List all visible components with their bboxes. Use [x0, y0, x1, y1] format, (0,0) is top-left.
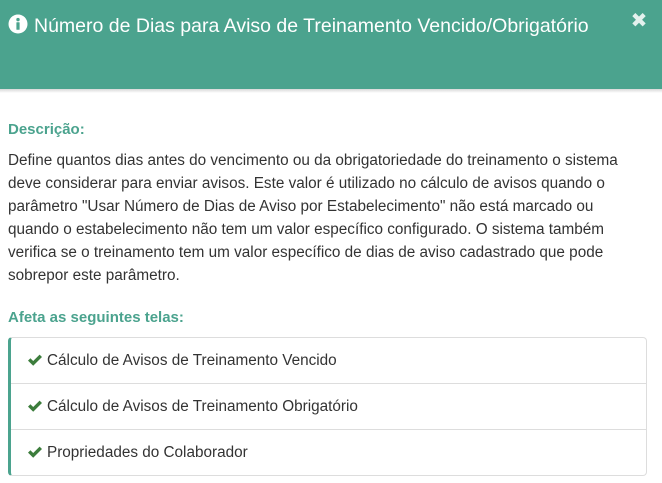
- list-item-screen[interactable]: Propriedades do Colaborador: [11, 429, 646, 475]
- affected-screens-heading: Afeta as seguintes telas:: [8, 309, 184, 326]
- affected-screens-list: Cálculo de Avisos de Treinamento Vencido…: [8, 337, 647, 476]
- check-icon: [27, 386, 43, 431]
- screen-label: Cálculo de Avisos de Treinamento Obrigat…: [47, 398, 358, 415]
- close-button[interactable]: ✖: [628, 10, 650, 32]
- description-text: Define quantos dias antes do vencimento …: [8, 152, 618, 284]
- modal-title: Número de Dias para Aviso de Treinamento…: [8, 12, 612, 43]
- modal-header: Número de Dias para Aviso de Treinamento…: [0, 0, 662, 89]
- check-icon: [27, 432, 43, 477]
- check-icon: [27, 340, 43, 385]
- info-circle-icon: [8, 14, 28, 43]
- header-divider: [0, 89, 662, 93]
- close-icon: ✖: [630, 10, 648, 32]
- list-item-screen[interactable]: Cálculo de Avisos de Treinamento Vencido: [11, 338, 646, 383]
- modal-title-text: Número de Dias para Aviso de Treinamento…: [34, 15, 589, 37]
- modal-body: Descrição: Define quantos dias antes do …: [0, 89, 662, 476]
- screen-label: Propriedades do Colaborador: [47, 444, 248, 461]
- parameter-info-modal: Número de Dias para Aviso de Treinamento…: [0, 0, 662, 483]
- list-item-screen[interactable]: Cálculo de Avisos de Treinamento Obrigat…: [11, 383, 646, 429]
- description-heading: Descrição:: [8, 121, 85, 138]
- screen-label: Cálculo de Avisos de Treinamento Vencido: [47, 352, 337, 369]
